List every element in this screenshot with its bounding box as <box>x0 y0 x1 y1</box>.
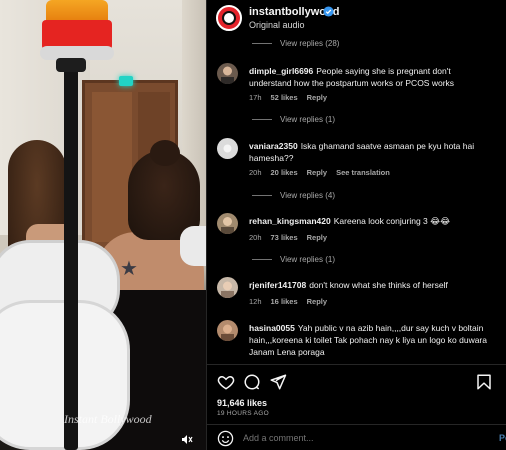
comments-panel: instantbollywood Original audio View rep… <box>206 0 506 450</box>
view-replies-button[interactable]: View replies (1) <box>252 255 335 264</box>
comment-likes[interactable]: 52 likes <box>271 93 298 102</box>
reply-button[interactable]: Reply <box>307 297 327 306</box>
view-replies-label: View replies (1) <box>280 255 335 264</box>
verified-badge-icon <box>323 6 334 17</box>
add-comment-bar: Po <box>207 424 506 450</box>
reply-button[interactable]: Reply <box>307 168 327 177</box>
view-replies-button[interactable]: View replies (4) <box>252 191 335 200</box>
comment-item: rehan_kingsman420 Kareena look conjuring … <box>217 213 489 245</box>
comment-item: vaniara2350 Iska ghamand saatve asmaan pe… <box>217 138 489 178</box>
comment-text-block: rehan_kingsman420 Kareena look conjuring … <box>249 215 489 227</box>
add-comment-input[interactable] <box>243 433 463 443</box>
view-replies-button[interactable]: View replies (1) <box>252 115 335 124</box>
view-replies-label: View replies (4) <box>280 191 335 200</box>
comment-avatar[interactable] <box>217 63 238 84</box>
reply-button[interactable]: Reply <box>307 93 327 102</box>
profile-avatar[interactable] <box>216 5 242 31</box>
comment-username[interactable]: vaniara2350 <box>249 141 298 151</box>
comment-text-block: vaniara2350 Iska ghamand saatve asmaan pe… <box>249 140 489 164</box>
comment-meta: 12h 16 likes Reply <box>249 297 327 306</box>
mute-icon[interactable] <box>179 432 195 446</box>
comment-item: rjenifer141708 don't know what she thinks… <box>217 277 489 309</box>
video-cushion <box>180 226 206 266</box>
like-heart-icon[interactable] <box>217 373 235 391</box>
comment-avatar[interactable] <box>217 213 238 234</box>
comment-item: hasina0055 Yah public v na azib hain,,,,d… <box>217 320 489 360</box>
comment-time: 17h <box>249 93 262 102</box>
video-siren-pole <box>64 62 78 450</box>
reel-video[interactable]: ★ Instant Bollywood <box>0 0 206 450</box>
comment-meta: 17h 52 likes Reply <box>249 93 327 102</box>
save-bookmark-icon[interactable] <box>475 373 493 391</box>
video-siren-light <box>46 0 108 22</box>
comment-avatar[interactable] <box>217 277 238 298</box>
emoji-icon[interactable] <box>217 430 234 447</box>
comment-meta: 20h 73 likes Reply <box>249 233 327 242</box>
comment-avatar[interactable] <box>217 138 238 159</box>
post-actions-bar <box>207 364 506 398</box>
video-siren-base <box>56 58 86 72</box>
comment-username[interactable]: hasina0055 <box>249 323 295 333</box>
comment-time: 12h <box>249 297 262 306</box>
comment-username[interactable]: rehan_kingsman420 <box>249 216 331 226</box>
comment-time: 20h <box>249 233 262 242</box>
audio-label[interactable]: Original audio <box>249 20 305 30</box>
comment-avatar[interactable] <box>217 320 238 341</box>
comment-text: Kareena look conjuring 3 😂😂 <box>333 216 450 226</box>
video-door-panel <box>92 92 132 242</box>
video-person-bun <box>150 140 180 166</box>
comment-text-block: rjenifer141708 don't know what she thinks… <box>249 279 489 291</box>
comment-likes[interactable]: 16 likes <box>271 297 298 306</box>
comment-meta: 20h 20 likes Reply See translation <box>249 168 390 177</box>
comment-likes[interactable]: 73 likes <box>271 233 298 242</box>
reply-button[interactable]: Reply <box>307 233 327 242</box>
comment-likes[interactable]: 20 likes <box>271 168 298 177</box>
star-tattoo-icon: ★ <box>120 258 138 280</box>
view-replies-button[interactable]: View replies (28) <box>252 39 339 48</box>
video-watermark: Instant Bollywood <box>64 412 152 426</box>
likes-count[interactable]: 91,646 likes <box>217 398 267 408</box>
comment-text: don't know what she thinks of herself <box>309 280 448 290</box>
post-comment-button[interactable]: Po <box>499 433 506 443</box>
view-replies-label: View replies (28) <box>280 39 340 48</box>
comment-time: 20h <box>249 168 262 177</box>
comment-bubble-icon[interactable] <box>243 373 261 391</box>
post-time: 19 HOURS AGO <box>217 410 270 417</box>
comment-text-block: hasina0055 Yah public v na azib hain,,,,d… <box>249 322 489 358</box>
video-exit-sign <box>119 76 133 86</box>
see-translation-button[interactable]: See translation <box>336 168 390 177</box>
share-send-icon[interactable] <box>269 373 287 391</box>
post-header: instantbollywood Original audio <box>207 0 506 36</box>
view-replies-label: View replies (1) <box>280 115 335 124</box>
comment-username[interactable]: dimple_girl6696 <box>249 66 313 76</box>
comment-username[interactable]: rjenifer141708 <box>249 280 306 290</box>
comment-text-block: dimple_girl6696 People saying she is preg… <box>249 65 489 89</box>
comment-item: dimple_girl6696 People saying she is preg… <box>217 63 489 103</box>
